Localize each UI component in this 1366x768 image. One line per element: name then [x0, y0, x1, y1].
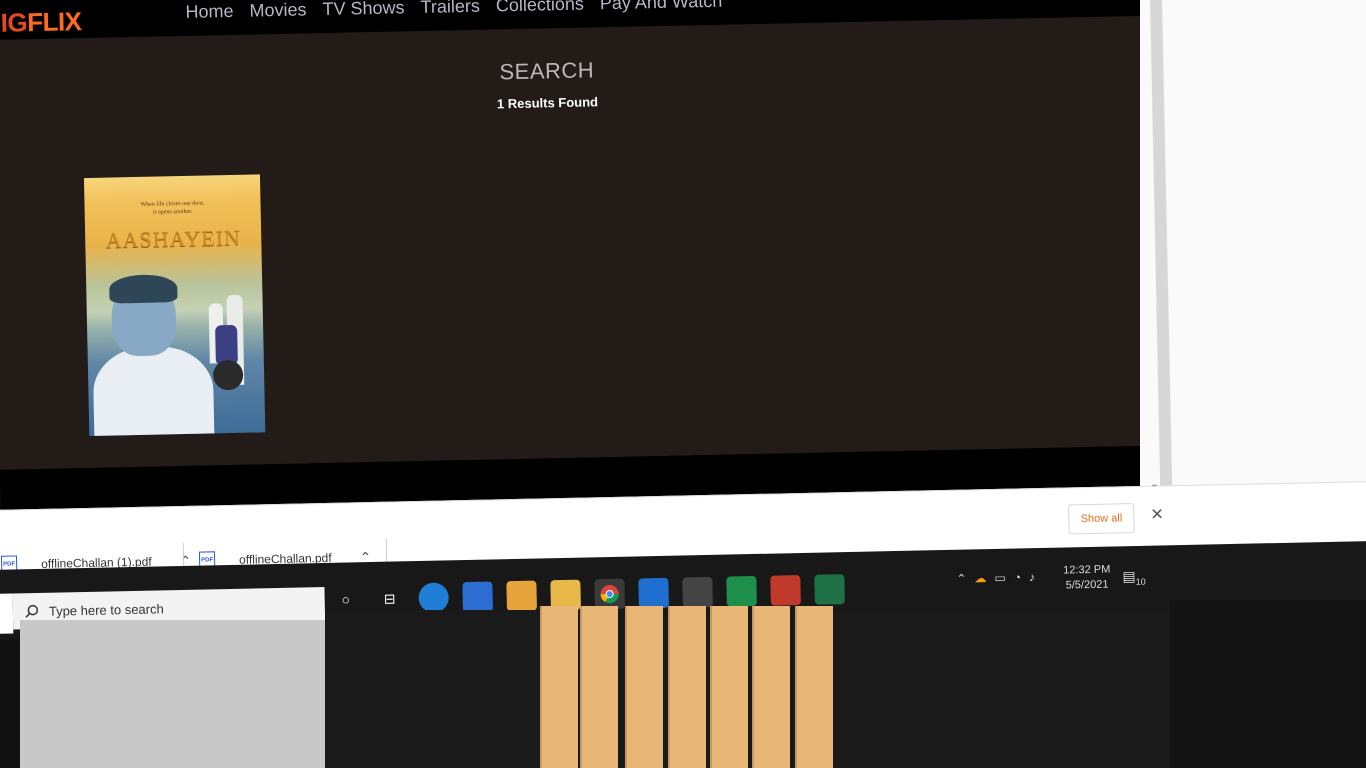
- volume-icon[interactable]: ♪: [1029, 570, 1035, 584]
- edge-icon[interactable]: [418, 582, 449, 614]
- store-icon[interactable]: [462, 581, 493, 613]
- nav-trailers[interactable]: Trailers: [420, 0, 480, 18]
- battery-icon[interactable]: ▭: [994, 571, 1006, 585]
- background-object: [625, 606, 663, 768]
- sheet-app-icon[interactable]: [726, 575, 757, 607]
- poster-figure-shirt: [92, 345, 215, 437]
- excel-icon[interactable]: [814, 574, 845, 605]
- cloud-icon[interactable]: ☁: [974, 571, 986, 585]
- close-icon[interactable]: ✕: [1150, 504, 1164, 524]
- clock-date: 5/5/2021: [1065, 578, 1109, 592]
- notification-count: 10: [1135, 576, 1146, 587]
- wifi-icon[interactable]: ◔: [1014, 570, 1022, 584]
- nav-movies[interactable]: Movies: [249, 0, 306, 22]
- chevron-up-icon[interactable]: ⌃: [956, 572, 966, 586]
- nav-home[interactable]: Home: [185, 1, 233, 23]
- poster-tagline: When life closes one door, it opens anot…: [84, 198, 260, 218]
- nav-tv-shows[interactable]: TV Shows: [322, 0, 404, 20]
- background-object: [752, 606, 790, 768]
- terminal-icon[interactable]: [682, 576, 713, 608]
- teams-icon[interactable]: [770, 575, 801, 606]
- background-surface: [20, 620, 325, 768]
- background-surface: [325, 610, 1175, 768]
- chrome-icon[interactable]: [594, 578, 625, 610]
- system-tray: ⌃ ☁ ▭ ◔ ♪: [956, 570, 1035, 586]
- logo-part1: IG: [0, 7, 28, 38]
- poster-title: AASHAYEIN: [105, 224, 242, 253]
- search-results-area: SEARCH 1 Results Found When life closes …: [0, 15, 1160, 470]
- browser-side-area: [1140, 0, 1366, 495]
- poster-figure-hair: [109, 274, 178, 304]
- poster-wheelchair: [212, 359, 244, 391]
- nav-pay-and-watch[interactable]: Pay And Watch: [600, 0, 723, 14]
- chrome-logo: [600, 585, 619, 604]
- start-button[interactable]: [0, 593, 14, 634]
- clock-time: 12:32 PM: [1063, 563, 1111, 577]
- show-all-button[interactable]: Show all: [1068, 503, 1135, 535]
- taskbar-search-placeholder: Type here to search: [48, 600, 164, 619]
- search-icon: [25, 604, 39, 618]
- outlook-icon[interactable]: [638, 577, 669, 609]
- site-logo[interactable]: IGFLIX: [0, 6, 81, 39]
- main-nav: Home Movies TV Shows Trailers Collection…: [185, 0, 722, 23]
- mail-icon[interactable]: [506, 580, 537, 612]
- background-surface: [1170, 600, 1366, 768]
- browser-viewport: IGFLIX Home Movies TV Shows Trailers Col…: [0, 0, 1162, 530]
- logo-part2: FLIX: [26, 6, 82, 38]
- background-object: [580, 606, 618, 768]
- background-object: [540, 606, 578, 768]
- background-object: [710, 606, 748, 768]
- notification-icon[interactable]: ▤10: [1122, 568, 1146, 587]
- movie-poster-aashayein[interactable]: When life closes one door, it opens anot…: [83, 174, 266, 437]
- nav-collections[interactable]: Collections: [496, 0, 584, 16]
- background-object: [795, 606, 833, 768]
- taskbar-clock[interactable]: 12:32 PM 5/5/2021: [1063, 563, 1111, 594]
- background-object: [668, 606, 706, 768]
